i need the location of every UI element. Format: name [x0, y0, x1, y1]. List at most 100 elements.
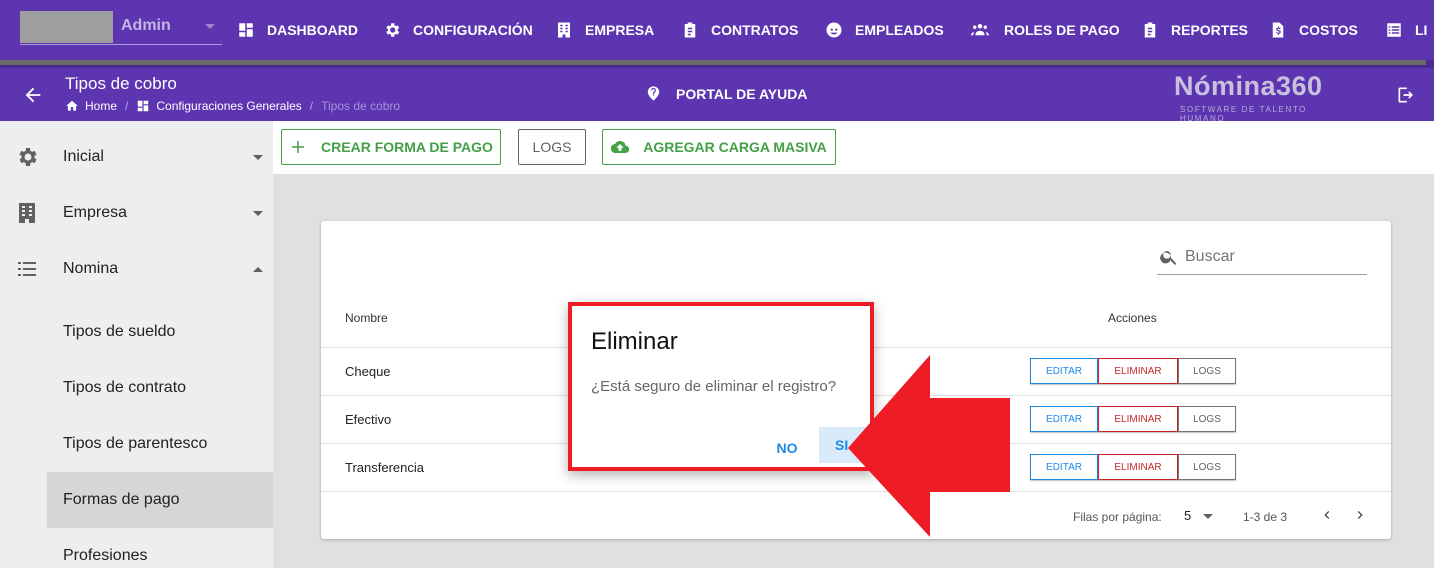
- toolbar: CREAR FORMA DE PAGO LOGS AGREGAR CARGA M…: [273, 121, 1434, 174]
- plus-icon: [292, 141, 305, 153]
- building-icon: [558, 22, 570, 38]
- chevron-down-icon: [205, 24, 215, 29]
- create-payment-method-button[interactable]: CREAR FORMA DE PAGO: [281, 129, 501, 165]
- sidebar-item-profesiones[interactable]: Profesiones: [47, 528, 273, 568]
- back-button[interactable]: [22, 84, 44, 106]
- dialog-title: Eliminar: [591, 328, 678, 355]
- brand-logo: Nómina360 SOFTWARE DE TALENTO HUMANO: [1174, 71, 1354, 123]
- button-label: CREAR FORMA DE PAGO: [321, 139, 493, 155]
- sidebar-group-label: Inicial: [63, 148, 104, 165]
- admin-selector[interactable]: Admin: [20, 11, 222, 45]
- file-dollar-icon: [1272, 22, 1284, 38]
- scrollbar-thumb[interactable]: [0, 60, 1426, 65]
- logs-button[interactable]: LOGS: [1178, 406, 1236, 432]
- nav-label: REPORTES: [1171, 22, 1249, 38]
- nav-contratos[interactable]: CONTRATOS: [681, 0, 798, 60]
- nav-dashboard[interactable]: DASHBOARD: [237, 0, 358, 60]
- dialog-message: ¿Está seguro de eliminar el registro?: [591, 378, 837, 395]
- sidebar-item-tipos-de-sueldo[interactable]: Tipos de sueldo: [47, 304, 273, 360]
- confirm-delete-dialog: Eliminar ¿Está seguro de eliminar el reg…: [568, 302, 874, 471]
- delete-button[interactable]: ELIMINAR: [1098, 358, 1178, 384]
- next-page-button[interactable]: [1352, 506, 1368, 524]
- breadcrumb-separator: /: [125, 99, 129, 113]
- sidebar-group-label: Empresa: [63, 204, 128, 221]
- sidebar-item-formas-de-pago[interactable]: Formas de pago: [47, 472, 273, 528]
- chevron-up-icon: [253, 266, 263, 272]
- help-icon: [647, 86, 660, 101]
- logout-icon: [1398, 87, 1413, 103]
- gear-icon: [386, 23, 400, 37]
- nav-reportes[interactable]: REPORTES: [1141, 0, 1248, 60]
- nav-label: CONTRATOS: [711, 22, 799, 38]
- home-icon: [66, 100, 78, 111]
- annotation-arrow-icon: [848, 355, 1010, 537]
- delete-button[interactable]: ELIMINAR: [1098, 454, 1178, 480]
- edit-button[interactable]: EDITAR: [1030, 358, 1098, 384]
- rows-per-page-label: Filas por página:: [1073, 510, 1162, 524]
- search-icon: [1160, 251, 1177, 265]
- edit-button[interactable]: EDITAR: [1030, 406, 1098, 432]
- nav-configuracion[interactable]: CONFIGURACIÓN: [383, 0, 533, 60]
- logs-button[interactable]: LOGS: [1178, 358, 1236, 384]
- chevron-left-icon: [1324, 511, 1330, 519]
- nav-li[interactable]: LI: [1385, 0, 1427, 60]
- nav-label: LI: [1415, 22, 1428, 38]
- cell-name: Efectivo: [345, 412, 392, 427]
- chevron-down-icon: [253, 210, 263, 216]
- help-portal-link[interactable]: PORTAL DE AYUDA: [645, 85, 807, 102]
- nav-label: EMPLEADOS: [855, 22, 944, 38]
- nav-scrollbar[interactable]: [0, 60, 1434, 68]
- search-input[interactable]: [1185, 245, 1365, 269]
- sidebar: Inicial Empresa Nomina Tipos de sueldo T…: [0, 121, 273, 568]
- face-icon: [826, 22, 842, 38]
- logs-button[interactable]: LOGS: [1178, 454, 1236, 480]
- dashboard-icon: [138, 100, 149, 112]
- bulk-upload-button[interactable]: AGREGAR CARGA MASIVA: [602, 129, 836, 165]
- gear-icon: [19, 148, 37, 166]
- sidebar-group-nomina[interactable]: Nomina: [0, 241, 273, 297]
- nav-label: COSTOS: [1299, 22, 1358, 38]
- sidebar-item-tipos-de-contrato[interactable]: Tipos de contrato: [47, 360, 273, 416]
- button-label: AGREGAR CARGA MASIVA: [643, 139, 827, 155]
- search-field[interactable]: [1157, 243, 1367, 275]
- sidebar-group-label: Nomina: [63, 260, 119, 277]
- chevron-down-icon[interactable]: [1203, 514, 1213, 519]
- chevron-right-icon: [1357, 511, 1363, 519]
- cell-name: Cheque: [345, 364, 391, 379]
- dashboard-icon: [239, 23, 253, 37]
- breadcrumb-separator: /: [309, 99, 314, 113]
- logs-button[interactable]: LOGS: [518, 129, 586, 165]
- prev-page-button[interactable]: [1319, 506, 1335, 524]
- sidebar-group-empresa[interactable]: Empresa: [0, 185, 273, 241]
- column-header-acciones: Acciones: [1108, 311, 1157, 325]
- breadcrumb-home[interactable]: Home: [85, 99, 117, 113]
- app-window: Admin DASHBOARD CONFIGURACIÓN EMPRESA CO…: [0, 0, 1434, 568]
- nav-empleados[interactable]: EMPLEADOS: [825, 0, 944, 60]
- arrow-left-icon: [25, 87, 41, 103]
- logout-button[interactable]: [1396, 85, 1416, 105]
- nav-empresa[interactable]: EMPRESA: [555, 0, 654, 60]
- edit-button[interactable]: EDITAR: [1030, 454, 1098, 480]
- clipboard-icon: [684, 22, 696, 38]
- nav-roles-de-pago[interactable]: ROLES DE PAGO: [968, 0, 1120, 60]
- sidebar-group-inicial[interactable]: Inicial: [0, 129, 273, 185]
- avatar: [20, 11, 113, 43]
- sidebar-item-tipos-de-parentesco[interactable]: Tipos de parentesco: [47, 416, 273, 472]
- top-navigation: Admin DASHBOARD CONFIGURACIÓN EMPRESA CO…: [0, 0, 1434, 60]
- users-icon: [971, 24, 989, 36]
- chevron-down-icon: [253, 154, 263, 160]
- nav-costos[interactable]: COSTOS: [1269, 0, 1358, 60]
- delete-button[interactable]: ELIMINAR: [1098, 406, 1178, 432]
- button-label: LOGS: [532, 139, 572, 155]
- column-header-nombre[interactable]: Nombre: [345, 311, 388, 325]
- list-icon: [1387, 23, 1401, 37]
- cloud-upload-icon: [611, 141, 630, 154]
- nav-label: EMPRESA: [585, 22, 655, 38]
- breadcrumb-current: Tipos de cobro: [321, 99, 401, 113]
- page-title: Tipos de cobro: [65, 74, 177, 93]
- breadcrumb-section[interactable]: Configuraciones Generales: [156, 99, 301, 113]
- clipboard-icon: [1144, 22, 1156, 38]
- rows-per-page-select[interactable]: 5: [1184, 508, 1191, 523]
- dialog-no-button[interactable]: NO: [765, 431, 809, 465]
- building-icon: [19, 203, 35, 223]
